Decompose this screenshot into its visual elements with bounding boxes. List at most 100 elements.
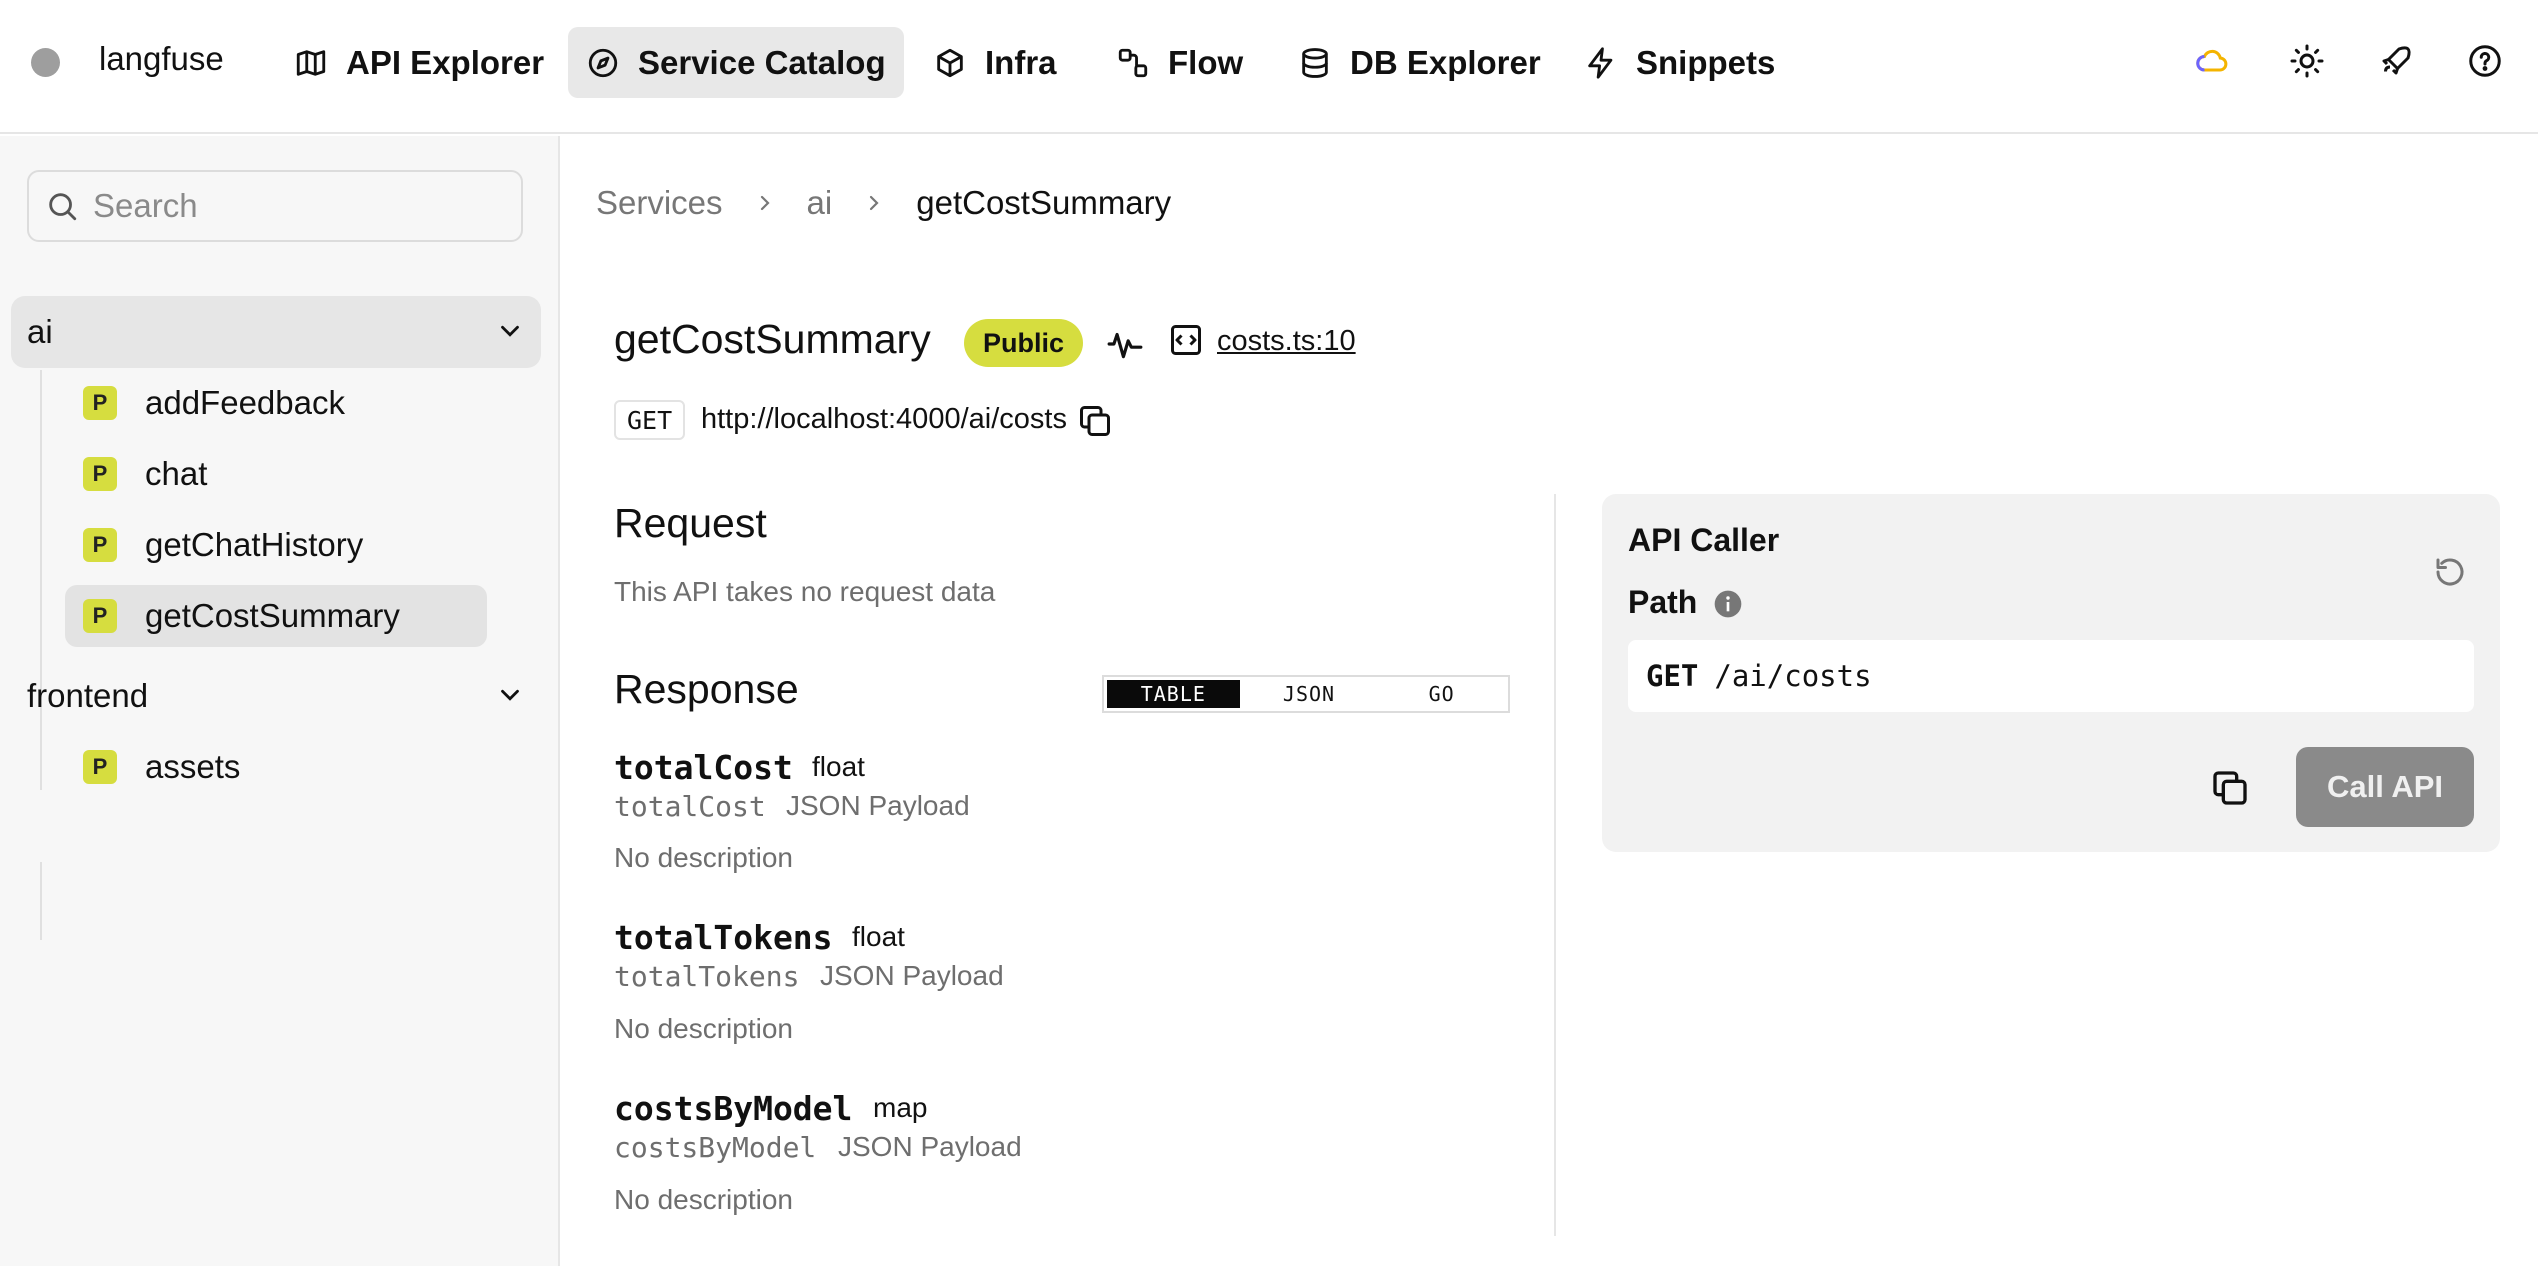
map-icon — [296, 49, 326, 76]
page-title: getCostSummary — [614, 316, 931, 362]
response-title: Response — [614, 666, 799, 712]
path-method: GET — [1646, 659, 1699, 693]
path-field[interactable]: GET /ai/costs — [1628, 640, 2474, 712]
tab-go[interactable]: GO — [1375, 677, 1508, 711]
search-icon — [49, 193, 77, 221]
reset-icon[interactable] — [2432, 554, 2468, 590]
chevron-down-icon — [501, 325, 519, 337]
tree-line — [40, 862, 42, 940]
sun-icon — [2290, 44, 2324, 78]
group-label: frontend — [27, 677, 149, 714]
app-name: langfuse — [99, 40, 224, 77]
column-divider — [1554, 494, 1556, 1236]
breadcrumb-services[interactable]: Services — [596, 184, 723, 222]
deploy-button[interactable] — [2377, 42, 2415, 80]
nav-service-catalog[interactable]: Service Catalog — [568, 27, 904, 98]
group-frontend[interactable]: frontend — [11, 660, 541, 732]
method-badge: GET — [614, 400, 686, 440]
status-indicator — [31, 48, 60, 77]
field-type: float — [812, 751, 865, 782]
flow-icon — [1118, 48, 1148, 77]
request-title: Request — [614, 500, 767, 546]
nav-db-explorer[interactable]: DB Explorer — [1280, 27, 1559, 98]
nav-label: Infra — [985, 43, 1057, 81]
nav-label: API Explorer — [346, 43, 545, 81]
nav-label: Snippets — [1636, 43, 1776, 81]
tab-json[interactable]: JSON — [1243, 677, 1376, 711]
compass-icon — [588, 48, 618, 77]
nav-snippets[interactable]: Snippets — [1566, 27, 1793, 98]
breadcrumb-ai[interactable]: ai — [807, 184, 833, 222]
sidebar-item-label: assets — [145, 748, 241, 785]
nav-label: DB Explorer — [1350, 43, 1541, 81]
response-format-tabs: TABLE JSON GO — [1102, 675, 1510, 713]
info-icon[interactable] — [1712, 588, 1744, 620]
field-source: JSON Payload — [838, 1131, 1022, 1162]
field-description: No description — [614, 1013, 793, 1044]
public-badge: P — [83, 528, 117, 562]
sidebar-item-getchathistory[interactable]: P getChatHistory — [65, 514, 487, 576]
breadcrumb-current: getCostSummary — [916, 184, 1172, 221]
sidebar: ai P addFeedback P chat P getChatHistory… — [0, 136, 560, 1266]
visibility-badge: Public — [964, 319, 1084, 367]
sidebar-item-label: addFeedback — [145, 384, 345, 421]
chevron-down-icon — [501, 689, 519, 701]
activity-icon[interactable] — [1106, 325, 1144, 363]
source-code-icon — [1171, 325, 1201, 355]
field-description: No description — [614, 842, 793, 873]
chevron-right-icon — [760, 195, 770, 211]
sidebar-item-assets[interactable]: P assets — [65, 736, 487, 798]
theme-toggle-button[interactable] — [2288, 42, 2326, 80]
field-description: No description — [614, 1184, 793, 1215]
field-key: costsByModel — [614, 1131, 817, 1164]
field-type: float — [852, 921, 905, 952]
field-source: JSON Payload — [786, 790, 970, 821]
field-name: totalCost — [614, 748, 793, 787]
box-icon — [937, 48, 963, 77]
search-input[interactable] — [93, 187, 513, 225]
field-source: JSON Payload — [820, 960, 1004, 991]
public-badge: P — [83, 750, 117, 784]
call-api-button[interactable]: Call API — [2296, 747, 2474, 827]
rocket-icon — [2382, 46, 2411, 75]
sidebar-item-getcostsummary[interactable]: P getCostSummary — [65, 585, 487, 647]
help-button[interactable] — [2466, 42, 2504, 80]
source-link[interactable]: costs.ts:10 — [1217, 325, 1356, 358]
nav-label: Flow — [1168, 43, 1244, 81]
endpoint-url: http://localhost:4000/ai/costs — [701, 403, 1067, 435]
help-icon — [2469, 45, 2501, 77]
copy-icon[interactable] — [2210, 768, 2250, 808]
sidebar-item-chat[interactable]: P chat — [65, 443, 487, 505]
nav-label: Service Catalog — [638, 43, 886, 81]
field-name: costsByModel — [614, 1089, 853, 1128]
tab-table[interactable]: TABLE — [1107, 680, 1240, 708]
top-navigation: langfuse API Explorer Service Catalog In… — [0, 0, 2538, 134]
sidebar-item-label: chat — [145, 455, 208, 492]
path-value: /ai/costs — [1714, 659, 1872, 693]
cloud-icon — [2196, 49, 2228, 72]
sidebar-item-label: getChatHistory — [145, 526, 364, 563]
path-label: Path — [1628, 584, 1698, 620]
cloud-button[interactable] — [2193, 42, 2231, 80]
nav-infra[interactable]: Infra — [915, 27, 1075, 98]
public-badge: P — [83, 386, 117, 420]
sidebar-item-label: getCostSummary — [145, 597, 400, 634]
group-ai[interactable]: ai — [11, 296, 541, 368]
api-caller-panel: API Caller Path GET /ai/costs Call API — [1602, 494, 2500, 852]
breadcrumb: Services ai getCostSummary — [596, 184, 1171, 222]
nav-flow[interactable]: Flow — [1098, 27, 1261, 98]
field-key: totalTokens — [614, 960, 800, 993]
api-caller-title: API Caller — [1628, 522, 1780, 558]
copy-icon[interactable] — [1077, 403, 1113, 439]
database-icon — [1302, 47, 1328, 78]
search-box[interactable] — [27, 170, 523, 242]
group-label: ai — [27, 313, 53, 350]
field-key: totalCost — [614, 790, 766, 823]
field-name: totalTokens — [614, 918, 833, 957]
field-type: map — [873, 1092, 928, 1123]
nav-api-explorer[interactable]: API Explorer — [276, 27, 562, 98]
chevron-right-icon — [870, 195, 879, 211]
public-badge: P — [83, 599, 117, 633]
request-empty-text: This API takes no request data — [614, 576, 996, 607]
sidebar-item-addfeedback[interactable]: P addFeedback — [65, 372, 487, 434]
